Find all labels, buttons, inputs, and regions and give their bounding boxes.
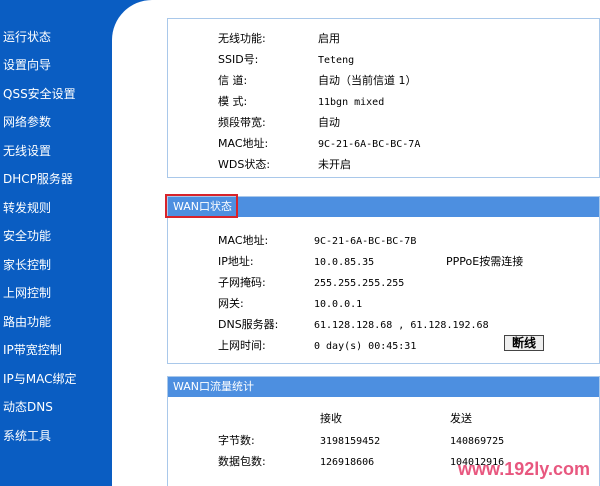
mode-value: 11bgn mixed [318, 97, 385, 108]
connection-type: PPPoE按需连接 [446, 255, 524, 268]
packets-label: 数据包数: [218, 455, 266, 468]
bytes-send-value: 140869725 [450, 436, 505, 447]
nav-item-setup-wizard[interactable]: 设置向导 [3, 58, 51, 72]
wireless-value: 启用 [318, 32, 340, 45]
channel-label: 信 道: [218, 74, 248, 87]
nav-item-network[interactable]: 网络参数 [3, 115, 51, 129]
wan-traffic-header: WAN口流量统计 [168, 377, 599, 397]
wan-status-header: WAN口状态 [165, 194, 599, 218]
nav-item-running-status[interactable]: 运行状态 [3, 30, 51, 44]
nav-item-dhcp[interactable]: DHCP服务器 [3, 172, 73, 186]
mode-label: 模 式: [218, 95, 248, 108]
nav-item-ddns[interactable]: 动态DNS [3, 400, 53, 414]
nav-item-forwarding[interactable]: 转发规则 [3, 201, 51, 215]
watermark-text: www.192ly.com [457, 459, 590, 479]
channel-value: 自动（当前信道 1） [318, 74, 417, 87]
wireless-status-panel: 无线功能: 启用 SSID号: Teteng 信 道: 自动（当前信道 1） 模… [167, 18, 600, 178]
bytes-recv-value: 3198159452 [320, 436, 381, 447]
disconnect-button[interactable]: 断线 [504, 335, 544, 351]
wds-label: WDS状态: [218, 158, 271, 171]
bandwidth-value: 自动 [318, 116, 340, 129]
recv-column-header: 接收 [320, 412, 342, 425]
uptime-label: 上网时间: [218, 339, 266, 352]
packets-recv-value: 126918606 [320, 457, 375, 468]
bytes-label: 字节数: [218, 434, 255, 447]
ip-label: IP地址: [218, 255, 254, 268]
nav-item-system-tools[interactable]: 系统工具 [3, 429, 51, 443]
wan-mac-label: MAC地址: [218, 234, 269, 247]
sidebar-nav: 运行状态 设置向导 QSS安全设置 网络参数 无线设置 DHCP服务器 转发规则… [0, 0, 112, 486]
send-column-header: 发送 [450, 412, 472, 425]
main-content: 无线功能: 启用 SSID号: Teteng 信 道: 自动（当前信道 1） 模… [112, 0, 600, 486]
wireless-mac-value: 9C-21-6A-BC-BC-7A [318, 139, 421, 150]
bandwidth-label: 频段带宽: [218, 116, 266, 129]
dns-value: 61.128.128.68 , 61.128.192.68 [314, 320, 489, 331]
nav-item-parental[interactable]: 家长控制 [3, 258, 51, 272]
wan-mac-value: 9C-21-6A-BC-BC-7B [314, 236, 417, 247]
dns-label: DNS服务器: [218, 318, 279, 331]
nav-item-security[interactable]: 安全功能 [3, 229, 51, 243]
ssid-value: Teteng [318, 55, 355, 66]
wds-value: 未开启 [318, 158, 351, 171]
nav-item-routing[interactable]: 路由功能 [3, 315, 51, 329]
nav-item-qss[interactable]: QSS安全设置 [3, 87, 76, 101]
subnet-label: 子网掩码: [218, 276, 266, 289]
nav-item-wireless[interactable]: 无线设置 [3, 144, 51, 158]
highlight-box [165, 194, 238, 218]
nav-item-ip-mac-binding[interactable]: IP与MAC绑定 [3, 372, 77, 386]
gateway-label: 网关: [218, 297, 244, 310]
wireless-mac-label: MAC地址: [218, 137, 269, 150]
nav-item-bandwidth[interactable]: IP带宽控制 [3, 343, 62, 357]
subnet-value: 255.255.255.255 [314, 278, 405, 289]
ip-value: 10.0.85.35 [314, 257, 375, 268]
uptime-value: 0 day(s) 00:45:31 [314, 341, 417, 352]
nav-item-access-control[interactable]: 上网控制 [3, 286, 51, 300]
ssid-label: SSID号: [218, 53, 259, 66]
gateway-value: 10.0.0.1 [314, 299, 363, 310]
wan-traffic-title: WAN口流量统计 [173, 380, 255, 393]
wan-status-panel: WAN口状态 MAC地址: 9C-21-6A-BC-BC-7B IP地址: 10… [165, 194, 600, 364]
wireless-label: 无线功能: [218, 32, 266, 45]
